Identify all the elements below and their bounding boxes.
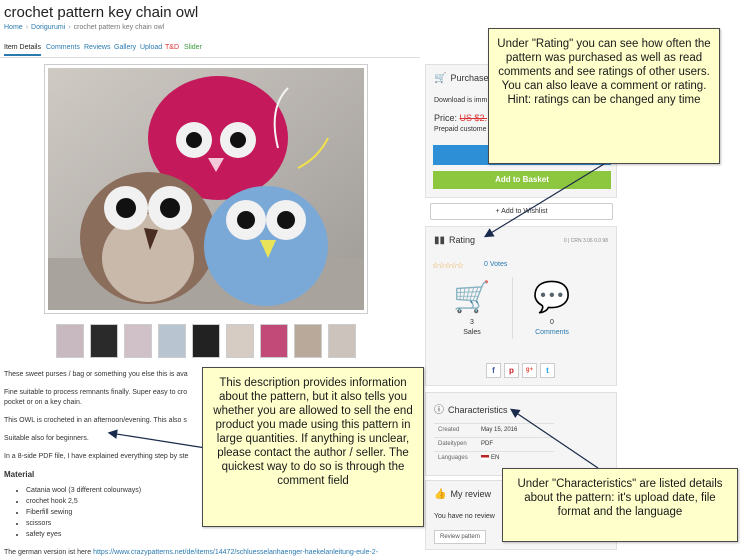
breadcrumb-current: crochet pattern key chain owl: [73, 24, 165, 31]
characteristics-callout: Under "Characteristics" are listed detai…: [502, 468, 738, 542]
twitter-share-icon[interactable]: t: [540, 363, 555, 378]
thumbnail[interactable]: [260, 324, 288, 358]
thumbnail[interactable]: [328, 324, 356, 358]
table-row: Created May 15, 2016: [434, 423, 554, 437]
thumbnail[interactable]: [192, 324, 220, 358]
thumbnail[interactable]: [124, 324, 152, 358]
german-version-line: The german version ist here https://www.…: [4, 549, 378, 560]
pinterest-share-icon[interactable]: p: [504, 363, 519, 378]
description-callout: This description provides information ab…: [202, 367, 424, 527]
owls-photo: [48, 68, 364, 310]
rating-callout: Under "Rating" you can see how often the…: [488, 28, 720, 164]
tab-bar: Item Details Comments Reviews Gallery Up…: [0, 42, 420, 58]
votes-link[interactable]: 0 Votes: [484, 261, 507, 268]
purchase-heading: 🛒 Purchase: [434, 73, 489, 84]
price: Price: US $2.: [434, 113, 488, 123]
breadcrumb: Home › Dorigurumi › crochet pattern key chai…: [4, 24, 164, 31]
thumbnail[interactable]: [294, 324, 322, 358]
price-old: US $2.: [459, 113, 488, 123]
googleplus-share-icon[interactable]: g+: [522, 363, 537, 378]
tab-reviews[interactable]: Reviews: [84, 44, 110, 51]
tab-slider[interactable]: Slider: [184, 44, 202, 51]
breadcrumb-separator: ›: [25, 24, 29, 31]
rating-panel: ▮▮ Rating 0 | CRN 3.06 0.0 98 ☆☆☆☆☆ 0 Vot…: [425, 226, 617, 386]
thumbnail[interactable]: [158, 324, 186, 358]
list-item: safety eyes: [26, 530, 424, 540]
rating-stars[interactable]: ☆☆☆☆☆: [432, 261, 464, 270]
thumbnail[interactable]: [56, 324, 84, 358]
rating-heading: ▮▮ Rating: [434, 235, 476, 246]
comment-icon: 💬: [533, 281, 571, 314]
product-main-image[interactable]: [44, 64, 368, 314]
german-version-link[interactable]: https://www.crazypatterns.net/de/items/1…: [93, 549, 378, 556]
tab-item-details[interactable]: Item Details: [4, 44, 41, 56]
us-flag-icon: [481, 455, 489, 460]
characteristics-panel: ⓘ Characteristics Created May 15, 2016 Dat…: [425, 392, 617, 476]
tab-comments[interactable]: Comments: [46, 44, 80, 51]
add-to-basket-button[interactable]: Add to Basket: [433, 171, 611, 189]
characteristics-heading: ⓘ Characteristics: [434, 405, 508, 416]
review-heading: 👍 My review: [434, 489, 491, 500]
breadcrumb-category[interactable]: Dorigurumi: [31, 24, 65, 31]
page-title: crochet pattern key chain owl: [4, 4, 199, 21]
comments-stat[interactable]: 💬 0 Comments: [512, 279, 592, 336]
prepaid-text: Prepaid custome: [434, 126, 487, 133]
cart-icon: 🛒: [453, 281, 491, 314]
add-to-wishlist-button[interactable]: + Add to Wishlist: [430, 203, 613, 220]
tab-upload[interactable]: Upload: [140, 44, 162, 51]
thumbnail[interactable]: [90, 324, 118, 358]
cart-icon: 🛒: [434, 73, 447, 84]
thumbnail[interactable]: [226, 324, 254, 358]
review-text: You have no review: [434, 513, 495, 520]
table-row: Languages EN: [434, 451, 554, 465]
thumbnail-strip: [52, 324, 362, 358]
breadcrumb-separator: ›: [68, 24, 71, 31]
tab-td[interactable]: T&D: [165, 44, 179, 51]
download-text: Download is imm: [434, 97, 488, 104]
characteristics-table: Created May 15, 2016 Dateitypen PDF Langua…: [434, 423, 554, 465]
table-row: Dateitypen PDF: [434, 437, 554, 451]
breadcrumb-home[interactable]: Home: [4, 24, 23, 31]
facebook-share-icon[interactable]: f: [486, 363, 501, 378]
review-pattern-button[interactable]: Review pattern: [434, 530, 486, 544]
rating-stats: 0 | CRN 3.06 0.0 98: [563, 238, 608, 244]
sales-stat: 🛒 3 Sales: [432, 279, 512, 336]
tab-gallery[interactable]: Gallery: [114, 44, 136, 51]
info-icon: ⓘ: [434, 405, 444, 416]
plus-icon: +: [495, 208, 500, 215]
bar-chart-icon: ▮▮: [434, 235, 446, 246]
thumbs-up-icon: 👍: [434, 489, 447, 500]
